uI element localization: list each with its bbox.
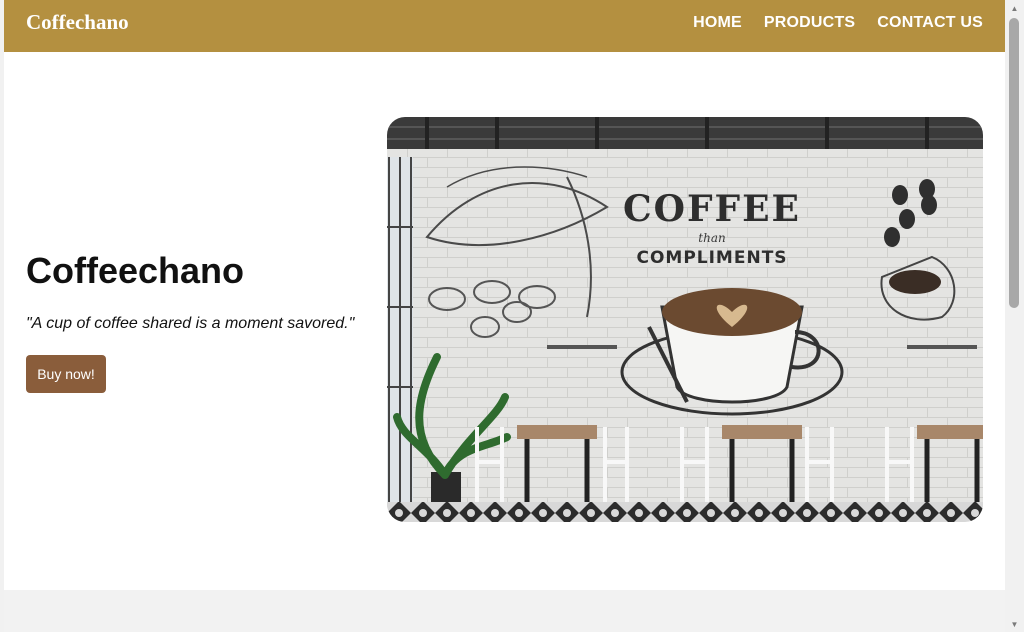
mural-title: COFFEE	[623, 188, 801, 230]
page: Coffechano HOME PRODUCTS CONTACT US Coff…	[0, 0, 1024, 632]
nav-home-link[interactable]: HOME	[693, 14, 742, 32]
brand-logo[interactable]: Coffechano	[26, 10, 129, 35]
window-edge	[0, 0, 4, 632]
scroll-down-icon[interactable]: ▼	[1005, 616, 1024, 632]
scrollbar-thumb[interactable]	[1009, 18, 1019, 308]
mural-line: COMPLIMENTS	[636, 248, 787, 268]
navbar: Coffechano HOME PRODUCTS CONTACT US	[4, 0, 1005, 52]
mural-subtitle: than	[698, 231, 725, 245]
buy-now-button[interactable]: Buy now!	[26, 355, 106, 393]
nav-products-link[interactable]: PRODUCTS	[764, 14, 855, 32]
hero-title: Coffeechano	[26, 250, 245, 291]
main-nav: HOME PRODUCTS CONTACT US	[693, 14, 983, 32]
scroll-up-icon[interactable]: ▲	[1005, 0, 1024, 16]
hero-quote: "A cup of coffee shared is a moment savo…	[26, 315, 355, 332]
vertical-scrollbar[interactable]: ▲ ▼	[1005, 0, 1024, 632]
footer-band	[4, 590, 1005, 632]
cafe-interior-image: COFFEE than COMPLIMENTS	[387, 117, 983, 522]
nav-contact-link[interactable]: CONTACT US	[877, 14, 983, 32]
